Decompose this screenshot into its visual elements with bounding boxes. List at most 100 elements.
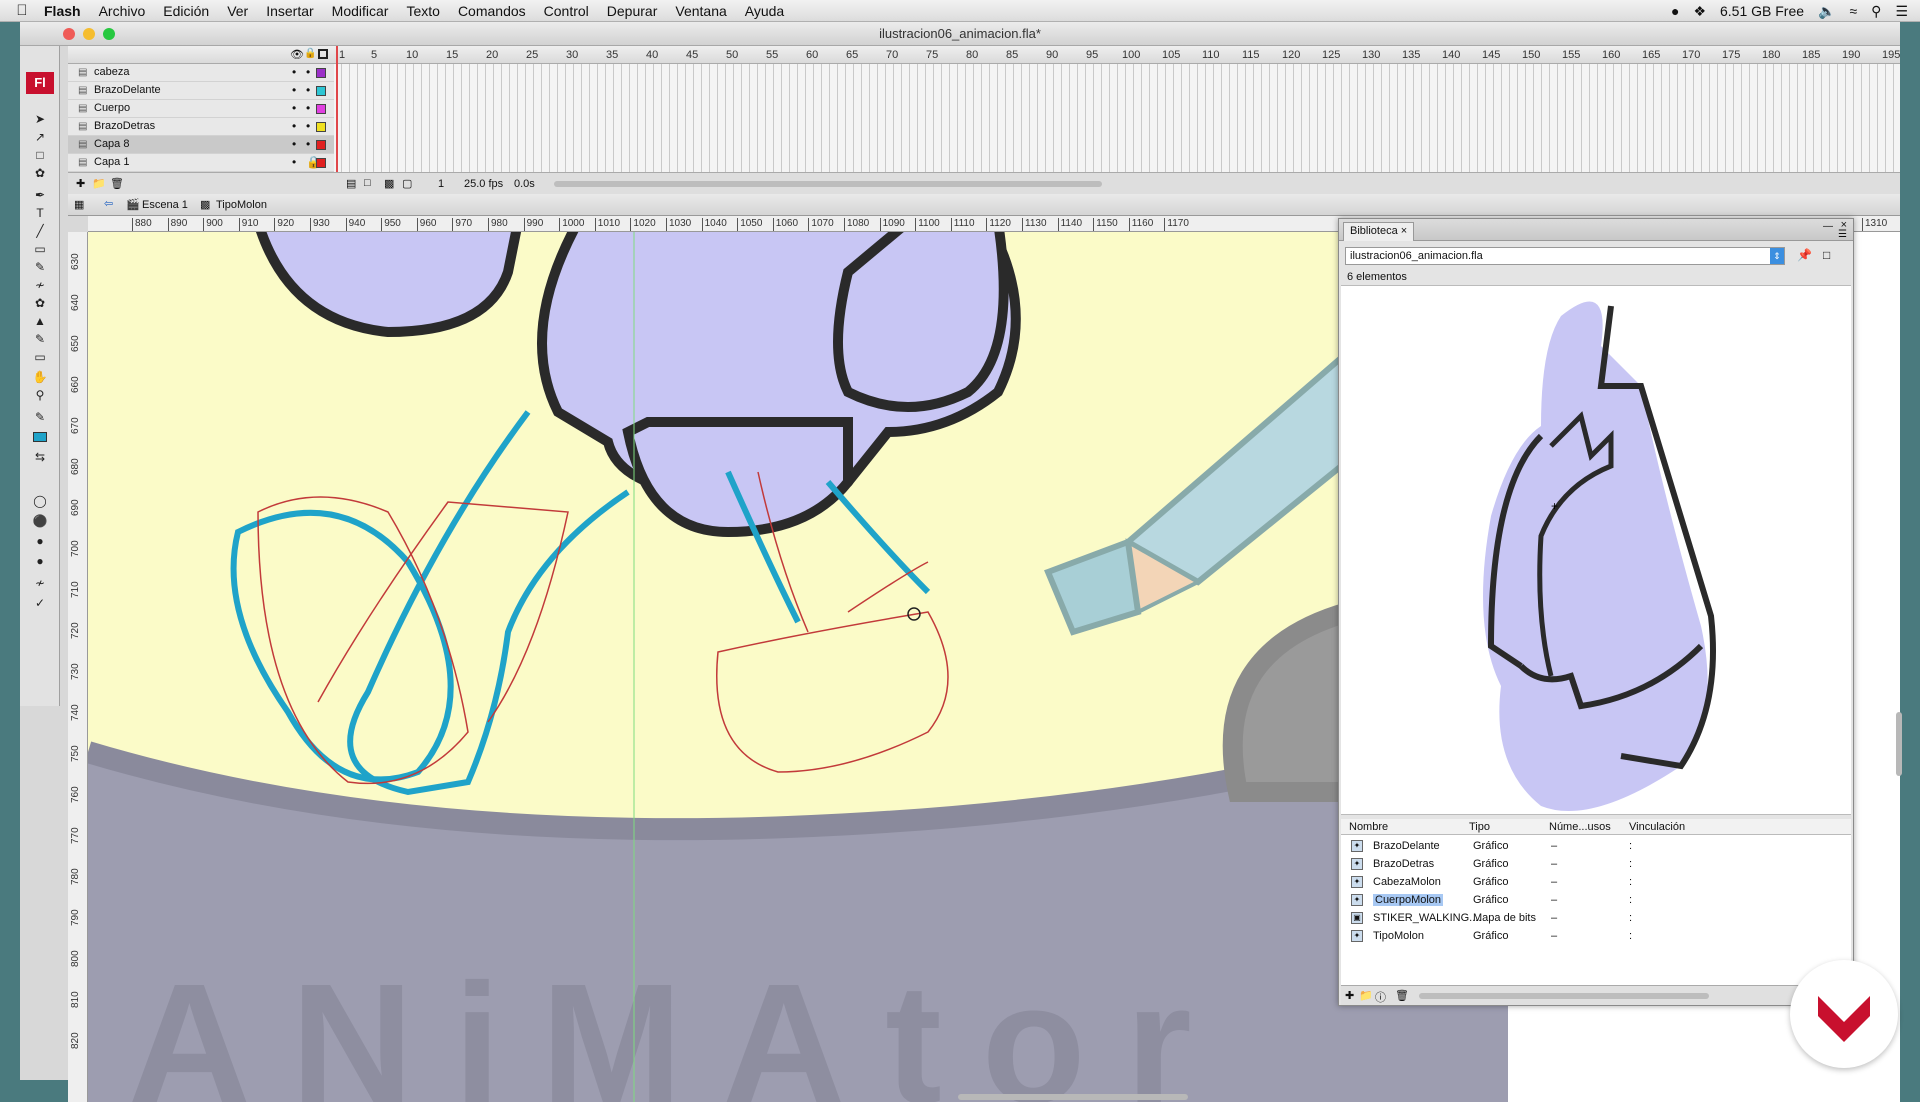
layer-color-box[interactable] xyxy=(316,68,326,78)
stroke-color-icon[interactable]: ✎ xyxy=(30,408,50,425)
modify-markers-icon[interactable]: ▢ xyxy=(402,177,412,190)
menu-list-icon[interactable]: ☰ xyxy=(1895,3,1908,20)
layer-name[interactable]: Capa 1 xyxy=(94,156,129,168)
swap-colors-icon[interactable]: ⇆ xyxy=(30,448,50,465)
new-layer-icon[interactable]: ✚ xyxy=(76,177,85,190)
lock-icon[interactable]: 🔒 xyxy=(304,48,316,59)
menu-control[interactable]: Control xyxy=(544,3,589,19)
layer-name[interactable]: cabeza xyxy=(94,66,129,78)
visibility-dot[interactable]: • xyxy=(292,155,296,169)
frames-grid[interactable] xyxy=(334,64,1900,172)
layer-row[interactable]: ▤ Cuerpo • • xyxy=(68,100,334,118)
library-tab[interactable]: Biblioteca × xyxy=(1343,222,1415,241)
subselection-tool-icon[interactable]: ↗ xyxy=(30,128,50,145)
brush-shape-icon[interactable]: ● xyxy=(30,552,50,569)
object-drawing-icon[interactable]: ◯ xyxy=(30,492,50,509)
layer-row[interactable]: ▤ Capa 8 • • xyxy=(68,136,334,154)
visibility-dot[interactable]: • xyxy=(292,65,296,79)
fill-color-icon[interactable] xyxy=(30,428,50,445)
library-scrollbar[interactable] xyxy=(1419,993,1709,999)
delete-layer-icon[interactable]: 🗑 xyxy=(110,177,124,190)
new-library-icon[interactable]: □ xyxy=(1823,248,1830,262)
scene-breadcrumb[interactable]: Escena 1 xyxy=(142,199,188,211)
hand-tool-icon[interactable]: ✋ xyxy=(30,368,50,385)
dropbox-icon[interactable]: ❖ xyxy=(1693,3,1706,20)
search-icon[interactable]: ⚲ xyxy=(1871,3,1881,20)
app-menu[interactable]: Flash xyxy=(44,3,81,19)
layer-name[interactable]: BrazoDetras xyxy=(94,120,155,132)
new-folder-icon[interactable]: 📁 xyxy=(1359,989,1373,1002)
menu-modificar[interactable]: Modificar xyxy=(332,3,389,19)
panel-menu-icon[interactable]: ☰ xyxy=(1838,229,1847,240)
menu-texto[interactable]: Texto xyxy=(406,3,439,19)
library-item[interactable]: ✦ CuerpoMolon Gráfico –: xyxy=(1341,891,1831,909)
lock-dot[interactable]: • xyxy=(306,65,310,79)
visibility-dot[interactable]: • xyxy=(292,137,296,151)
free-transform-tool-icon[interactable]: □ xyxy=(30,146,50,163)
edit-multiple-icon[interactable]: ▩ xyxy=(384,177,394,190)
eye-icon[interactable]: 👁 xyxy=(290,48,304,61)
paint-bucket-icon[interactable]: ▲ xyxy=(30,312,50,329)
lock-dot[interactable]: • xyxy=(306,137,310,151)
layer-row[interactable]: ▤ cabeza • • xyxy=(68,64,334,82)
smooth-icon[interactable]: ✓ xyxy=(30,594,50,611)
lock-dot[interactable]: • xyxy=(306,119,310,133)
library-file-select[interactable]: ilustracion06_animacion.fla ⇕ xyxy=(1345,247,1785,265)
properties-icon[interactable]: ⓘ xyxy=(1375,989,1386,1005)
layer-row[interactable]: ▤ BrazoDelante • • xyxy=(68,82,334,100)
menu-insertar[interactable]: Insertar xyxy=(266,3,313,19)
col-vinculacion[interactable]: Vinculación xyxy=(1629,821,1685,833)
symbol-breadcrumb[interactable]: TipoMolon xyxy=(216,199,267,211)
pen-tool-icon[interactable]: ✒ xyxy=(30,186,50,203)
lock-dot[interactable]: • xyxy=(306,83,310,97)
library-item[interactable]: ✦ BrazoDelante Gráfico –: xyxy=(1341,837,1831,855)
apple-icon[interactable]:  xyxy=(0,2,44,19)
lock-fill-icon[interactable]: ⚫ xyxy=(30,512,50,529)
menu-edicion[interactable]: Edición xyxy=(163,3,209,19)
back-arrow-icon[interactable]: ⇦ xyxy=(104,197,113,210)
new-symbol-icon[interactable]: ✚ xyxy=(1345,989,1354,1002)
stage-vertical-scrollbar[interactable] xyxy=(1896,712,1902,776)
layer-name[interactable]: Cuerpo xyxy=(94,102,130,114)
brush-size-icon[interactable]: ● xyxy=(30,532,50,549)
layer-color-box[interactable] xyxy=(316,104,326,114)
pencil-tool-icon[interactable]: ✎ xyxy=(30,258,50,275)
layer-color-box[interactable] xyxy=(316,122,326,132)
col-nombre[interactable]: Nombre xyxy=(1349,821,1388,833)
rectangle-tool-icon[interactable]: ▭ xyxy=(30,240,50,257)
wifi-icon[interactable]: ≈ xyxy=(1849,3,1857,19)
line-tool-icon[interactable]: ╱ xyxy=(30,222,50,239)
layer-row[interactable]: ▤ BrazoDetras • • xyxy=(68,118,334,136)
library-item[interactable]: ▣ STIKER_WALKING.... Mapa de bits –: xyxy=(1341,909,1831,927)
deco-tool-icon[interactable]: ✿ xyxy=(30,294,50,311)
library-item[interactable]: ✦ BrazoDetras Gráfico –: xyxy=(1341,855,1831,873)
brush-tool-icon[interactable]: ≁ xyxy=(30,276,50,293)
visibility-dot[interactable]: • xyxy=(292,101,296,115)
frame-rate[interactable]: 25.0 fps xyxy=(464,178,503,190)
zoom-tool-icon[interactable]: ⚲ xyxy=(30,386,50,403)
library-item[interactable]: ✦ TipoMolon Gráfico –: xyxy=(1341,927,1831,945)
col-tipo[interactable]: Tipo xyxy=(1469,821,1490,833)
menu-depurar[interactable]: Depurar xyxy=(607,3,658,19)
delete-icon[interactable]: 🗑 xyxy=(1395,989,1409,1002)
volume-icon[interactable]: 🔈 xyxy=(1818,3,1835,20)
menu-ventana[interactable]: Ventana xyxy=(675,3,726,19)
timeline-scrollbar[interactable] xyxy=(554,181,1102,187)
collapse-icon[interactable]: — xyxy=(1823,221,1833,232)
visibility-dot[interactable]: • xyxy=(292,83,296,97)
lasso-tool-icon[interactable]: ✿ xyxy=(30,164,50,181)
onion-outline-icon[interactable]: □ xyxy=(364,177,371,189)
layer-color-box[interactable] xyxy=(316,140,326,150)
onion-skin-icon[interactable]: ▤ xyxy=(346,177,356,190)
pin-icon[interactable]: 📌 xyxy=(1797,248,1812,262)
eraser-icon[interactable]: ▭ xyxy=(30,348,50,365)
record-icon[interactable]: ● xyxy=(1671,3,1679,19)
menu-archivo[interactable]: Archivo xyxy=(99,3,146,19)
stage-horizontal-scrollbar[interactable] xyxy=(958,1094,1188,1100)
layer-row[interactable]: ▤ Capa 1 • 🔒 xyxy=(68,154,334,172)
close-tab-icon[interactable]: × xyxy=(1401,225,1407,237)
menu-ayuda[interactable]: Ayuda xyxy=(745,3,784,19)
lock-dot[interactable]: • xyxy=(306,101,310,115)
menu-comandos[interactable]: Comandos xyxy=(458,3,526,19)
library-item[interactable]: ✦ CabezaMolon Gráfico –: xyxy=(1341,873,1831,891)
